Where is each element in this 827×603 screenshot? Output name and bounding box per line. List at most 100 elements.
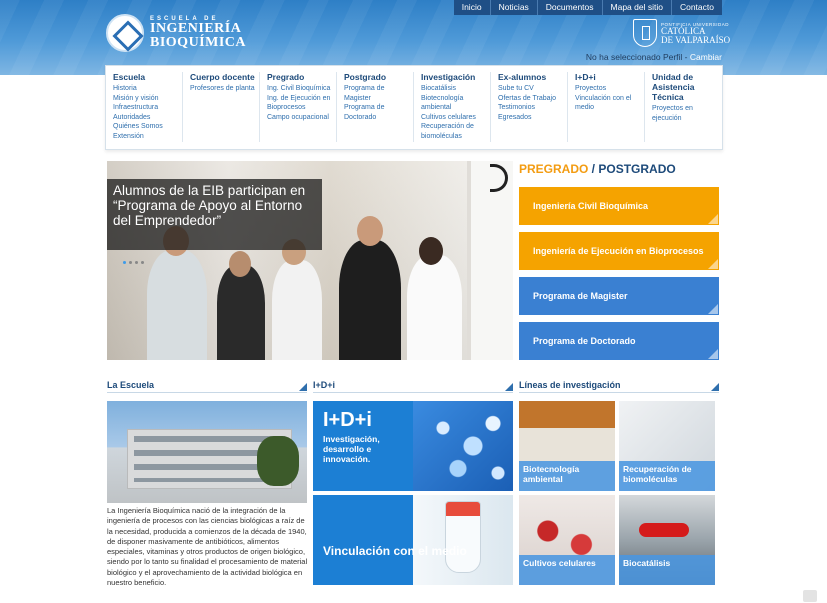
section-header-lineas: Líneas de investigación [519,380,719,393]
menu-item[interactable]: Campo ocupacional [267,113,336,123]
news-slider[interactable]: Alumnos de la EIB participan en “Program… [107,161,513,360]
menu-col-asistencia-tecnica: Unidad de Asistencia Técnica Proyectos e… [645,72,722,142]
menu-item[interactable]: ambiental [421,103,490,113]
section-title-idi[interactable]: I+D+i [313,380,335,390]
idi-banner-subtitle: Investigación, desarrollo e innovación. [323,434,380,464]
menu-item[interactable]: Quiénes Somos [113,122,182,132]
research-card-label: Cultivos celulares [519,555,615,585]
profile-selector: No ha seleccionado Perfil - Cambiar [586,52,722,62]
change-profile-link[interactable]: Cambiar [690,52,722,62]
menu-item[interactable]: Historia [113,84,182,94]
menu-head-cuerpo-docente[interactable]: Cuerpo docente [190,72,259,82]
menu-item[interactable]: Extensión [113,132,182,142]
topnav-contacto[interactable]: Contacto [672,0,722,15]
program-button-ing-civil[interactable]: Ingeniería Civil Bioquímica [519,187,719,225]
menu-col-cuerpo-docente: Cuerpo docente Profesores de planta [183,72,260,142]
pucv-seal-icon [633,19,657,47]
menu-head-pregrado[interactable]: Pregrado [267,72,336,82]
topnav-noticias[interactable]: Noticias [491,0,538,15]
programs-title-pregrado: PREGRADO [519,162,589,176]
menu-item[interactable]: Misión y visión [113,94,182,104]
section-expand-icon[interactable] [299,383,307,391]
research-card-biocatalisis[interactable]: Biocatálisis [619,495,715,585]
slider-photo-person [272,260,322,360]
menu-item[interactable]: ejecución [652,114,722,124]
menu-item[interactable]: Programa de [344,103,413,113]
section-expand-icon[interactable] [505,383,513,391]
vinculacion-banner[interactable]: Vinculación con el medio [313,495,513,585]
menu-item[interactable]: Biocatálisis [421,84,490,94]
school-building-photo[interactable] [107,401,307,503]
menu-item[interactable]: Proyectos [575,84,644,94]
research-card-cultivos[interactable]: Cultivos celulares [519,495,615,585]
slider-photo-person [147,250,207,360]
menu-item[interactable]: Doctorado [344,113,413,123]
menu-item[interactable]: Ing. Civil Bioquímica [267,84,336,94]
section-title-lineas[interactable]: Líneas de investigación [519,380,621,390]
research-card-recuperacion[interactable]: Recuperación de biomoléculas [619,401,715,491]
section-expand-icon[interactable] [711,383,719,391]
menu-item[interactable]: biomoléculas [421,132,490,142]
menu-item[interactable]: Ofertas de Trabajo [498,94,567,104]
menu-head-ex-alumnos[interactable]: Ex-alumnos [498,72,567,82]
research-card-biotecnologia[interactable]: Biotecnología ambiental [519,401,615,491]
program-button-ing-ejecucion[interactable]: Ingeniería de Ejecución en Bioprocesos [519,232,719,270]
menu-col-escuela: Escuela Historia Misión y visión Infraes… [106,72,183,142]
menu-item[interactable]: medio [575,103,644,113]
slider-dot[interactable] [129,261,132,264]
menu-item[interactable]: Ing. de Ejecución en [267,94,336,104]
pucv-line2: DE VALPARAÍSO [661,34,731,45]
programs-title-postgrado: POSTGRADO [598,162,676,176]
menu-head-escuela[interactable]: Escuela [113,72,182,82]
eib-logo[interactable]: ESCUELA DE INGENIERÍA BIOQUÍMICA [106,14,246,52]
menu-head-investigacion[interactable]: Investigación [421,72,490,82]
research-card-label: Biocatálisis [619,555,715,585]
top-navigation: Inicio Noticias Documentos Mapa del siti… [453,0,722,15]
pucv-logo[interactable]: PONTIFICIA UNIVERSIDAD CATÓLICA DE VALPA… [633,19,730,47]
menu-item[interactable]: Magister [344,94,413,104]
menu-item[interactable]: Sube tu CV [498,84,567,94]
section-title-escuela[interactable]: La Escuela [107,380,154,390]
research-card-label: Recuperación de biomoléculas [619,461,715,491]
slider-dot[interactable] [141,261,144,264]
menu-item[interactable]: Recuperación de [421,122,490,132]
menu-head-idi[interactable]: I+D+i [575,72,644,82]
idi-banner[interactable]: I+D+i Investigación, desarrollo e innova… [313,401,513,491]
section-header-idi: I+D+i [313,380,513,393]
slider-dot[interactable] [135,261,138,264]
eib-logo-icon [106,14,144,52]
slider-photo-person [339,240,401,360]
school-description: La Ingeniería Bioquímica nació de la int… [107,506,308,588]
menu-head-asistencia-tecnica[interactable]: Unidad de Asistencia Técnica [652,72,722,102]
menu-col-postgrado: Postgrado Programa de Magister Programa … [337,72,414,142]
topnav-mapa[interactable]: Mapa del sitio [603,0,672,15]
menu-item[interactable]: Biotecnología [421,94,490,104]
menu-item[interactable]: Proyectos en [652,104,722,114]
menu-item[interactable]: Profesores de planta [190,84,259,94]
menu-item[interactable]: Cultivos celulares [421,113,490,123]
slider-dot[interactable] [123,261,126,264]
menu-item[interactable]: Egresados [498,113,567,123]
topnav-documentos[interactable]: Documentos [538,0,603,15]
slider-caption-box[interactable]: Alumnos de la EIB participan en “Program… [107,179,322,264]
logo-line1: INGENIERÍA [150,21,242,36]
resize-corner-icon[interactable] [803,590,817,602]
menu-col-investigacion: Investigación Biocatálisis Biotecnología… [414,72,491,142]
menu-item[interactable]: Infraestructura [113,103,182,113]
menu-item[interactable]: Autoridades [113,113,182,123]
slider-dots [123,261,144,264]
program-button-magister[interactable]: Programa de Magister [519,277,719,315]
menu-item[interactable]: Programa de [344,84,413,94]
menu-item[interactable]: Testimonios [498,103,567,113]
program-button-doctorado[interactable]: Programa de Doctorado [519,322,719,360]
menu-head-postgrado[interactable]: Postgrado [344,72,413,82]
logo-line2: BIOQUÍMICA [150,35,247,50]
menu-item[interactable]: Bioprocesos [267,103,336,113]
programs-title: PREGRADO / POSTGRADO [519,162,676,176]
slider-caption[interactable]: Alumnos de la EIB participan en “Program… [113,183,316,228]
menu-item[interactable]: Vinculación con el [575,94,644,104]
topnav-inicio[interactable]: Inicio [454,0,491,15]
menu-col-pregrado: Pregrado Ing. Civil Bioquímica Ing. de E… [260,72,337,142]
idi-banner-title: I+D+i [323,409,372,431]
slider-photo-person [407,255,462,360]
